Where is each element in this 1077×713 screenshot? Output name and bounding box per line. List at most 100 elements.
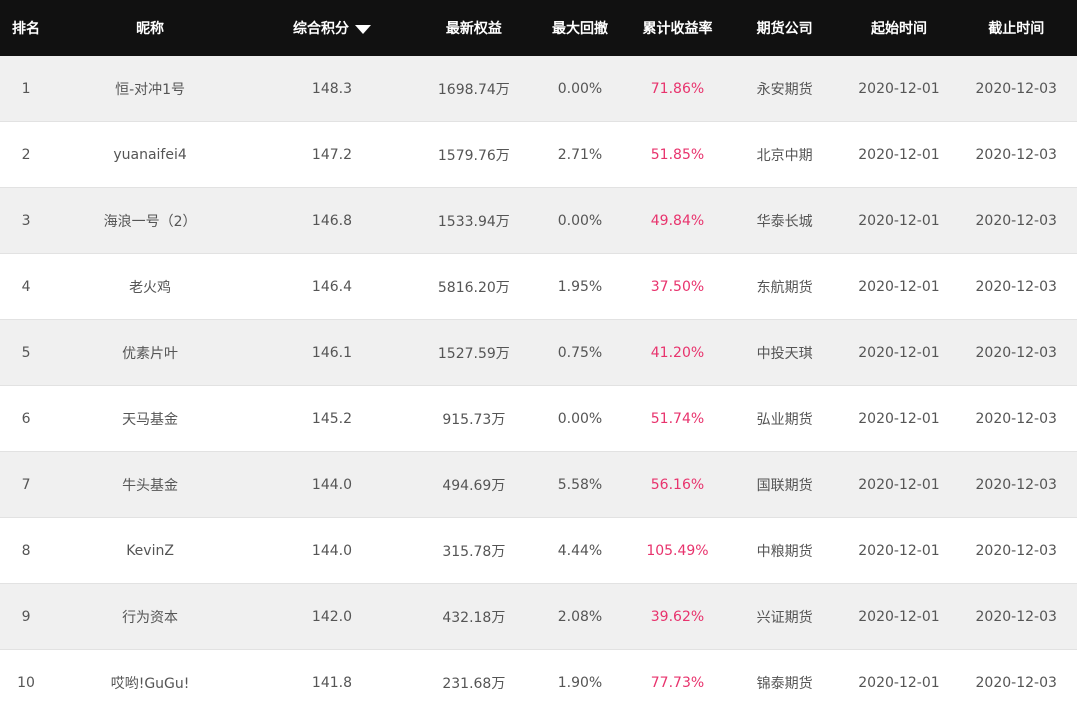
cell-nickname: 天马基金 bbox=[122, 411, 179, 428]
cell-score: 142.0 bbox=[311, 608, 353, 625]
cell-drawdown: 1.95% bbox=[557, 278, 603, 295]
cell-score: 147.2 bbox=[311, 146, 353, 163]
table-row[interactable]: 8 KevinZ 144.0 315.78万 4.44% 105.49% 中粮期货 2020-… bbox=[0, 518, 1077, 584]
header-end[interactable]: 截止时间 bbox=[955, 18, 1077, 38]
cell-broker: 华泰长城 bbox=[756, 213, 813, 230]
cell-score: 146.4 bbox=[311, 278, 353, 295]
cell-score: 148.3 bbox=[311, 80, 353, 97]
cell-rank: 1 bbox=[21, 80, 31, 97]
cell-return: 77.73% bbox=[650, 674, 705, 691]
cell-equity: 5816.20万 bbox=[437, 279, 510, 296]
cell-drawdown: 2.71% bbox=[557, 146, 603, 163]
cell-end: 2020-12-03 bbox=[975, 608, 1057, 625]
cell-equity: 1533.94万 bbox=[437, 213, 510, 230]
cell-broker: 锦泰期货 bbox=[756, 675, 813, 692]
cell-return: 41.20% bbox=[650, 344, 705, 361]
cell-nickname: 优素片叶 bbox=[122, 345, 179, 362]
header-return[interactable]: 累计收益率 bbox=[628, 18, 726, 38]
cell-end: 2020-12-03 bbox=[975, 476, 1057, 493]
cell-drawdown: 4.44% bbox=[557, 542, 603, 559]
cell-nickname: 牛头基金 bbox=[122, 477, 179, 494]
table-header: 排名 昵称 综合积分 最新权益 最大回撤 累计收益率 期货公司 起始时间 截止时… bbox=[0, 0, 1077, 56]
cell-drawdown: 0.00% bbox=[557, 80, 603, 97]
cell-score: 146.1 bbox=[311, 344, 353, 361]
cell-broker: 中投天琪 bbox=[756, 345, 813, 362]
cell-score: 144.0 bbox=[311, 542, 353, 559]
cell-end: 2020-12-03 bbox=[975, 146, 1057, 163]
cell-equity: 231.68万 bbox=[442, 675, 506, 692]
cell-end: 2020-12-03 bbox=[975, 278, 1057, 295]
cell-return: 51.85% bbox=[650, 146, 705, 163]
table-row[interactable]: 10 哎哟!GuGu! 141.8 231.68万 1.90% 77.73% 锦泰期货 202… bbox=[0, 650, 1077, 713]
cell-score: 146.8 bbox=[311, 212, 353, 229]
cell-rank: 6 bbox=[21, 410, 31, 427]
cell-equity: 432.18万 bbox=[442, 609, 506, 626]
cell-rank: 9 bbox=[21, 608, 31, 625]
header-start[interactable]: 起始时间 bbox=[843, 18, 956, 38]
cell-nickname: 行为资本 bbox=[122, 609, 179, 626]
cell-rank: 3 bbox=[21, 212, 31, 229]
cell-end: 2020-12-03 bbox=[975, 80, 1057, 97]
cell-return: 56.16% bbox=[650, 476, 705, 493]
cell-return: 37.50% bbox=[650, 278, 705, 295]
cell-return: 49.84% bbox=[650, 212, 705, 229]
cell-broker: 兴证期货 bbox=[756, 609, 813, 626]
cell-equity: 315.78万 bbox=[442, 543, 506, 560]
cell-return: 105.49% bbox=[646, 542, 709, 559]
cell-equity: 1698.74万 bbox=[437, 81, 510, 98]
cell-end: 2020-12-03 bbox=[975, 212, 1057, 229]
cell-broker: 永安期货 bbox=[756, 81, 813, 98]
header-broker[interactable]: 期货公司 bbox=[727, 18, 843, 38]
table-row[interactable]: 9 行为资本 142.0 432.18万 2.08% 39.62% 兴证期货 2020-12-… bbox=[0, 584, 1077, 650]
cell-broker: 东航期货 bbox=[756, 279, 813, 296]
cell-equity: 1527.59万 bbox=[437, 345, 510, 362]
cell-rank: 5 bbox=[21, 344, 31, 361]
cell-start: 2020-12-01 bbox=[858, 674, 940, 691]
cell-score: 141.8 bbox=[311, 674, 353, 691]
cell-end: 2020-12-03 bbox=[975, 344, 1057, 361]
table-row[interactable]: 2 yuanaifei4 147.2 1579.76万 2.71% 51.85% 北京中期 2… bbox=[0, 122, 1077, 188]
table-row[interactable]: 6 天马基金 145.2 915.73万 0.00% 51.74% 弘业期货 2020-12-… bbox=[0, 386, 1077, 452]
cell-start: 2020-12-01 bbox=[858, 410, 940, 427]
ranking-table: 排名 昵称 综合积分 最新权益 最大回撤 累计收益率 期货公司 起始时间 截止时… bbox=[0, 0, 1077, 713]
table-row[interactable]: 5 优素片叶 146.1 1527.59万 0.75% 41.20% 中投天琪 2020-12… bbox=[0, 320, 1077, 386]
header-drawdown[interactable]: 最大回撤 bbox=[532, 18, 629, 38]
cell-broker: 北京中期 bbox=[756, 147, 813, 164]
table-row[interactable]: 1 恒-对冲1号 148.3 1698.74万 0.00% 71.86% 永安期货 2020-… bbox=[0, 56, 1077, 122]
cell-nickname: 海浪一号（2） bbox=[103, 213, 197, 230]
cell-drawdown: 0.75% bbox=[557, 344, 603, 361]
cell-start: 2020-12-01 bbox=[858, 80, 940, 97]
cell-broker: 国联期货 bbox=[756, 477, 813, 494]
cell-return: 71.86% bbox=[650, 80, 705, 97]
table-row[interactable]: 3 海浪一号（2） 146.8 1533.94万 0.00% 49.84% 华泰长城 2020… bbox=[0, 188, 1077, 254]
header-score[interactable]: 综合积分 bbox=[248, 18, 416, 38]
cell-rank: 10 bbox=[17, 674, 35, 691]
cell-end: 2020-12-03 bbox=[975, 410, 1057, 427]
cell-start: 2020-12-01 bbox=[858, 212, 940, 229]
cell-score: 145.2 bbox=[311, 410, 353, 427]
cell-nickname: 恒-对冲1号 bbox=[115, 81, 186, 98]
cell-drawdown: 0.00% bbox=[557, 212, 603, 229]
cell-nickname: KevinZ bbox=[126, 542, 174, 559]
cell-return: 39.62% bbox=[650, 608, 705, 625]
cell-rank: 4 bbox=[21, 278, 31, 295]
cell-end: 2020-12-03 bbox=[975, 542, 1057, 559]
cell-start: 2020-12-01 bbox=[858, 608, 940, 625]
table-row[interactable]: 4 老火鸡 146.4 5816.20万 1.95% 37.50% 东航期货 2020-12-… bbox=[0, 254, 1077, 320]
cell-start: 2020-12-01 bbox=[858, 476, 940, 493]
cell-drawdown: 0.00% bbox=[557, 410, 603, 427]
cell-nickname: 哎哟!GuGu! bbox=[110, 675, 190, 692]
cell-drawdown: 1.90% bbox=[557, 674, 603, 691]
cell-start: 2020-12-01 bbox=[858, 542, 940, 559]
table-row[interactable]: 7 牛头基金 144.0 494.69万 5.58% 56.16% 国联期货 2020-12-… bbox=[0, 452, 1077, 518]
cell-score: 144.0 bbox=[311, 476, 353, 493]
cell-rank: 8 bbox=[21, 542, 31, 559]
sort-descending-icon[interactable] bbox=[354, 24, 371, 34]
cell-start: 2020-12-01 bbox=[858, 146, 940, 163]
header-nickname[interactable]: 昵称 bbox=[52, 18, 248, 38]
header-rank[interactable]: 排名 bbox=[0, 18, 52, 38]
header-equity[interactable]: 最新权益 bbox=[416, 18, 532, 38]
header-score-label: 综合积分 bbox=[292, 21, 349, 37]
cell-equity: 1579.76万 bbox=[437, 147, 510, 164]
cell-equity: 494.69万 bbox=[442, 477, 506, 494]
